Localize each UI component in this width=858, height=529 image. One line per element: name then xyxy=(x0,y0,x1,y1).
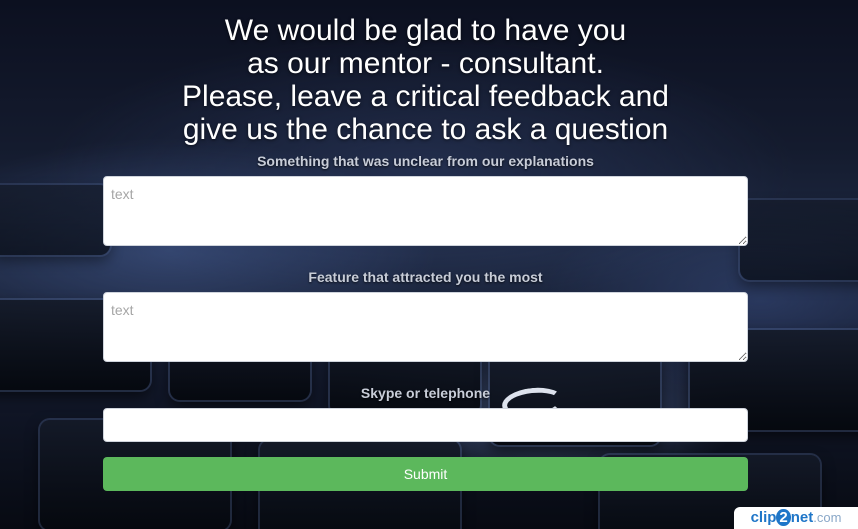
headline-line-2: as our mentor - consultant. xyxy=(247,47,604,80)
feature-label: Feature that attracted you the most xyxy=(308,269,543,285)
feature-textarea[interactable] xyxy=(103,292,748,362)
headline-line-1: We would be glad to have you xyxy=(224,14,627,47)
headline-line-4: give us the chance to ask a question xyxy=(182,113,669,146)
submit-button[interactable]: Submit xyxy=(103,457,748,491)
unclear-label: Something that was unclear from our expl… xyxy=(257,153,594,169)
headline-line-3: Please, leave a critical feedback and xyxy=(182,80,669,113)
unclear-textarea[interactable] xyxy=(103,176,748,246)
contact-input[interactable] xyxy=(103,408,748,442)
contact-label: Skype or telephone xyxy=(360,385,491,401)
clip2net-watermark: clip 2 net.com xyxy=(734,507,858,529)
page-headline: We would be glad to have you as our ment… xyxy=(0,14,851,146)
feedback-form: Something that was unclear from our expl… xyxy=(103,152,748,491)
